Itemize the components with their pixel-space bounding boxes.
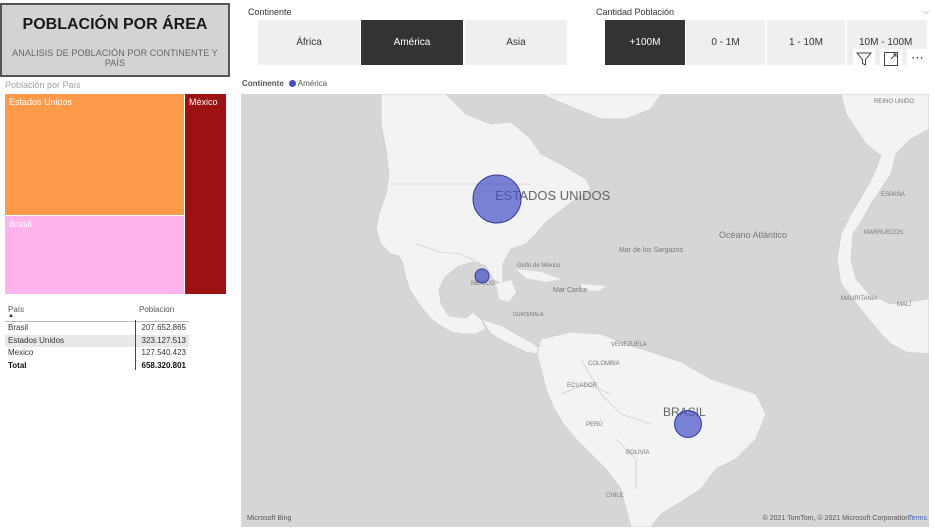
chevron-down-icon[interactable]: ⌵	[923, 7, 929, 17]
cantidad-slicer-label: Cantidad Población	[596, 7, 675, 17]
map-attribution: © 2021 TomTom, © 2021 Microsoft Corporat…	[762, 515, 909, 522]
cell-total-label: Total	[8, 360, 27, 370]
treemap-tile-estados-unidos[interactable]: Estados Unidos	[5, 94, 184, 215]
column-divider	[135, 320, 136, 370]
cell-total-value: 658.320.801	[141, 360, 187, 370]
slicer-option-america[interactable]: América	[361, 20, 463, 65]
map-label-peru: PERÚ	[586, 421, 603, 428]
filter-icon[interactable]	[853, 49, 875, 69]
table-total-row: Total 658.320.801	[5, 360, 189, 373]
cell-pais: Mexico	[8, 348, 34, 357]
column-header-poblacion[interactable]: Poblacion	[139, 305, 174, 314]
report-title: POBLACIÓN POR ÁREA	[22, 16, 208, 33]
map-label-mauritania: MAURITANIA	[841, 296, 878, 302]
sort-ascending-icon[interactable]: ▲	[8, 313, 14, 319]
population-table: País ▲ Poblacion Brasil 207.652.865 Esta…	[5, 303, 189, 372]
more-options-icon[interactable]: ⋯	[907, 49, 929, 69]
map-bubble-mexico[interactable]	[474, 268, 490, 284]
cell-poblacion: 207.652.865	[141, 323, 187, 332]
treemap-tile-brasil[interactable]: Brasil	[5, 216, 184, 294]
map-label-bolivia: BOLIVIA	[626, 450, 649, 456]
map-label-espana: ESPAÑA	[881, 191, 905, 198]
slicer-option-1-10m[interactable]: 1 - 10M	[767, 20, 845, 65]
map-bubble-brasil[interactable]	[674, 410, 702, 438]
report-subtitle: ANALISIS DE POBLACIÓN POR CONTINENTE Y P…	[12, 48, 218, 68]
map-label-ecuador: ECUADOR	[567, 383, 598, 389]
bing-logo: Microsoft Bing	[247, 515, 292, 522]
map-label-caribe: Mar Caribe	[553, 287, 588, 294]
slicer-option-100m-plus[interactable]: +100M	[605, 20, 685, 65]
map-label-atlantic: Océano Atlántico	[719, 230, 787, 240]
treemap-title: Población por País	[5, 80, 81, 90]
legend-entry: América	[297, 79, 328, 88]
slicer-option-asia[interactable]: Asia	[465, 20, 567, 65]
map-label-golfo: Golfo de México	[517, 263, 561, 269]
map-visual[interactable]: ESTADOS UNIDOS MÉXICO BRASIL Océano Atlá…	[241, 94, 929, 527]
table-row[interactable]: Brasil 207.652.865	[5, 322, 189, 335]
treemap-tile-label: México	[189, 97, 218, 107]
terms-link[interactable]: Terms	[908, 515, 927, 522]
table-row[interactable]: Estados Unidos 323.127.513	[5, 334, 189, 347]
legend-dot	[288, 80, 296, 87]
continente-slicer-label: Continente	[248, 7, 292, 17]
map-label-sargazos: Mar de los Sargazos	[619, 247, 684, 254]
map-bubble-estados-unidos[interactable]	[472, 174, 522, 224]
treemap-tile-label: Estados Unidos	[9, 97, 73, 107]
cell-poblacion: 127.540.423	[141, 348, 187, 357]
legend-title: Continente	[242, 79, 284, 88]
map-label-colombia: COLOMBIA	[588, 361, 620, 367]
map-label-marruecos: MARRUECOS	[864, 230, 903, 236]
table-header: País ▲ Poblacion	[5, 303, 189, 320]
slicer-option-africa[interactable]: África	[258, 20, 360, 65]
map-label-guatemala: GUATEMALA	[513, 312, 544, 318]
treemap-tile-mexico[interactable]: México	[185, 94, 226, 294]
slicer-option-0-1m[interactable]: 0 - 1M	[686, 20, 765, 65]
map-label-reino-unido: REINO UNIDO	[874, 99, 914, 105]
cell-pais: Brasil	[8, 323, 29, 332]
treemap-tile-label: Brasil	[9, 219, 32, 229]
cell-poblacion: 323.127.513	[141, 335, 187, 345]
map-canvas[interactable]: ESTADOS UNIDOS MÉXICO BRASIL Océano Atlá…	[241, 94, 929, 527]
report-title-card: POBLACIÓN POR ÁREA ANALISIS DE POBLACIÓN…	[0, 3, 230, 77]
focus-mode-icon[interactable]	[880, 49, 902, 69]
map-label-chile: CHILE	[606, 493, 624, 499]
cell-pais: Estados Unidos	[8, 335, 65, 345]
map-label-venezuela: VENEZUELA	[611, 342, 647, 348]
table-row[interactable]: Mexico 127.540.423	[5, 347, 189, 360]
map-label-mali: MALÍ	[897, 301, 911, 308]
map-legend: Continente América	[242, 79, 327, 88]
